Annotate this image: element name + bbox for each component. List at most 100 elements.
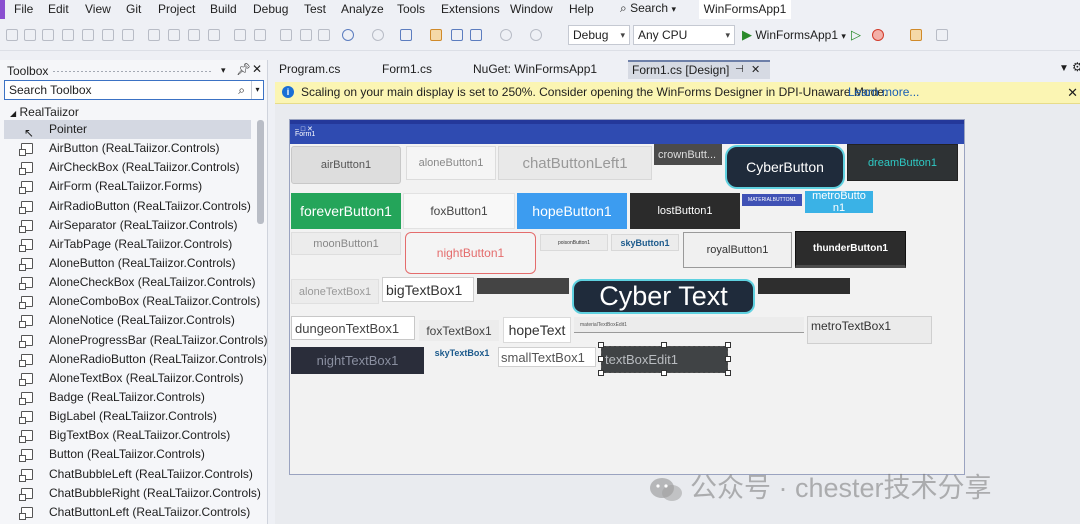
close-icon[interactable]: ✕	[751, 62, 760, 78]
chat-button-left[interactable]: chatButtonLeft1	[498, 146, 652, 180]
sky-button[interactable]: skyButton1	[611, 234, 679, 251]
menu-analyze[interactable]: Analyze	[341, 2, 384, 16]
chevron-down-icon[interactable]: ▾	[251, 81, 263, 99]
menu-debug[interactable]: Debug	[253, 2, 288, 16]
small-textbox[interactable]: smallTextBox1	[498, 347, 596, 367]
zoom-icon[interactable]	[208, 29, 220, 41]
list-item[interactable]: AirForm (ReaLTaiizor.Forms)	[0, 177, 256, 196]
spacing-v-icon[interactable]	[168, 29, 180, 41]
toolbox-item-pointer[interactable]: ↖ Pointer	[4, 120, 251, 140]
menu-build[interactable]: Build	[210, 2, 237, 16]
send-back-icon[interactable]	[300, 29, 312, 41]
big-textbox[interactable]: bigTextBox1	[382, 277, 474, 302]
cyber-button[interactable]: CyberButton	[725, 145, 845, 189]
cyber-textbox[interactable]: Cyber Text	[572, 279, 755, 314]
search-menu[interactable]: ⌕ Search ▾	[620, 1, 676, 16]
tab-list-dropdown-icon[interactable]: ▼	[1059, 63, 1069, 74]
royal-button[interactable]: royalButton1	[683, 232, 792, 268]
center-h-icon[interactable]	[234, 29, 246, 41]
material-textbox-edit[interactable]: materialTextBoxEdit1	[574, 317, 804, 333]
dungeon-textbox[interactable]: dungeonTextBox1	[291, 316, 415, 340]
toolbox-options-icon[interactable]: ▾	[221, 65, 226, 76]
toolbox-search-input[interactable]: Search Toolbox ⌕ ▾	[4, 80, 264, 100]
center-v-icon[interactable]	[254, 29, 266, 41]
menu-file[interactable]: File	[14, 2, 33, 16]
start-without-debug-icon[interactable]: ▷	[851, 27, 861, 43]
align-center-icon[interactable]	[24, 29, 36, 41]
material-button[interactable]: MATERIALBUTTON1	[742, 194, 802, 206]
spacing-icon[interactable]	[148, 29, 160, 41]
list-item[interactable]: BigTextBox (ReaLTaiizor.Controls)	[0, 426, 256, 445]
menu-git[interactable]: Git	[126, 2, 141, 16]
resize-handle[interactable]	[725, 370, 731, 376]
night-textbox[interactable]: nightTextBox1	[291, 347, 424, 374]
list-item[interactable]: AloneProgressBar (ReaLTaiizor.Controls)	[0, 331, 268, 350]
list-item[interactable]: AloneButton (ReaLTaiizor.Controls)	[0, 254, 256, 273]
poison-button[interactable]: poisonButton1	[540, 234, 608, 251]
fox-textbox[interactable]: foxTextBox1	[419, 320, 499, 341]
hope-textbox[interactable]: hopeText	[503, 317, 571, 343]
dream-button[interactable]: dreamButton1	[847, 144, 958, 181]
resize-handle[interactable]	[661, 342, 667, 348]
moon-button[interactable]: moonButton1	[291, 232, 401, 255]
menu-test[interactable]: Test	[304, 2, 326, 16]
settings-icon[interactable]: ⚙	[1072, 60, 1080, 74]
list-item[interactable]: AloneTextBox (ReaLTaiizor.Controls)	[0, 369, 256, 388]
alone-textbox[interactable]: aloneTextBox1	[291, 279, 379, 304]
close-icon[interactable]: ✕	[252, 62, 262, 76]
menu-view[interactable]: View	[85, 2, 111, 16]
list-item[interactable]: BigLabel (ReaLTaiizor.Controls)	[0, 407, 256, 426]
list-item[interactable]: AloneComboBox (ReaLTaiizor.Controls)	[0, 292, 260, 311]
menu-window[interactable]: Window	[510, 2, 553, 16]
menu-tools[interactable]: Tools	[397, 2, 425, 16]
dark-textbox[interactable]	[477, 278, 569, 294]
config-dropdown[interactable]: Debug ▾	[568, 25, 630, 45]
toolbox-scrollbar[interactable]	[257, 120, 264, 224]
tab-program-cs[interactable]: Program.cs	[275, 60, 375, 79]
pin-icon[interactable]: 📌︎	[236, 62, 251, 76]
menu-edit[interactable]: Edit	[48, 2, 69, 16]
thunder-button[interactable]: thunderButton1	[795, 231, 906, 268]
resize-handle[interactable]	[598, 356, 604, 362]
list-item[interactable]: Button (ReaLTaiizor.Controls)	[0, 445, 256, 464]
window-layout-icon[interactable]	[936, 29, 948, 41]
sky-textbox[interactable]: skyTextBox1	[428, 347, 496, 359]
size-icon[interactable]	[122, 29, 134, 41]
tab-form1-cs[interactable]: Form1.cs	[378, 60, 468, 79]
list-item[interactable]: AirTabPage (ReaLTaiizor.Controls)	[0, 235, 256, 254]
fox-button[interactable]: foxButton1	[403, 193, 515, 229]
hope-button[interactable]: hopeButton1	[517, 193, 627, 229]
tab-nuget[interactable]: NuGet: WinFormsApp1	[469, 60, 624, 79]
metro-textbox[interactable]: metroTextBox1	[807, 316, 932, 344]
lost-button[interactable]: lostButton1	[630, 193, 740, 229]
bring-front-icon[interactable]	[280, 29, 292, 41]
new-project-icon[interactable]	[400, 29, 412, 41]
open-folder-icon[interactable]	[430, 29, 442, 41]
pin-icon[interactable]: ⊣	[735, 62, 744, 78]
redo-icon[interactable]	[530, 29, 542, 41]
save-icon[interactable]	[451, 29, 463, 41]
align-middle-icon[interactable]	[62, 29, 74, 41]
resize-handle[interactable]	[725, 356, 731, 362]
list-item[interactable]: AirRadioButton (ReaLTaiizor.Controls)	[0, 197, 256, 216]
list-item[interactable]: ChatButtonLeft (ReaLTaiizor.Controls)	[0, 503, 256, 522]
back-icon[interactable]	[342, 29, 354, 41]
learn-more-link[interactable]: Learn more...	[848, 82, 919, 103]
list-item[interactable]: AloneRadioButton (ReaLTaiizor.Controls)	[0, 350, 267, 369]
list-item[interactable]: AirButton (ReaLTaiizor.Controls)	[0, 139, 256, 158]
menu-help[interactable]: Help	[569, 2, 594, 16]
list-item[interactable]: ChatBubbleRight (ReaLTaiizor.Controls)	[0, 484, 261, 503]
menu-project[interactable]: Project	[158, 2, 195, 16]
tab-form1-design[interactable]: Form1.cs [Design] ⊣ ✕	[628, 60, 770, 79]
align-top-icon[interactable]	[82, 29, 94, 41]
dream-textbox[interactable]	[758, 278, 850, 294]
resize-handle[interactable]	[598, 370, 604, 376]
save-all-icon[interactable]	[470, 29, 482, 41]
align-right-icon[interactable]	[42, 29, 54, 41]
start-debug-button[interactable]: ▶ WinFormsApp1 ▾	[742, 27, 846, 43]
list-item[interactable]: AirCheckBox (ReaLTaiizor.Controls)	[0, 158, 256, 177]
align-left-icon[interactable]	[6, 29, 18, 41]
list-item[interactable]: Badge (ReaLTaiizor.Controls)	[0, 388, 256, 407]
list-item[interactable]: AirSeparator (ReaLTaiizor.Controls)	[0, 216, 256, 235]
close-icon[interactable]: ✕	[1067, 82, 1078, 103]
